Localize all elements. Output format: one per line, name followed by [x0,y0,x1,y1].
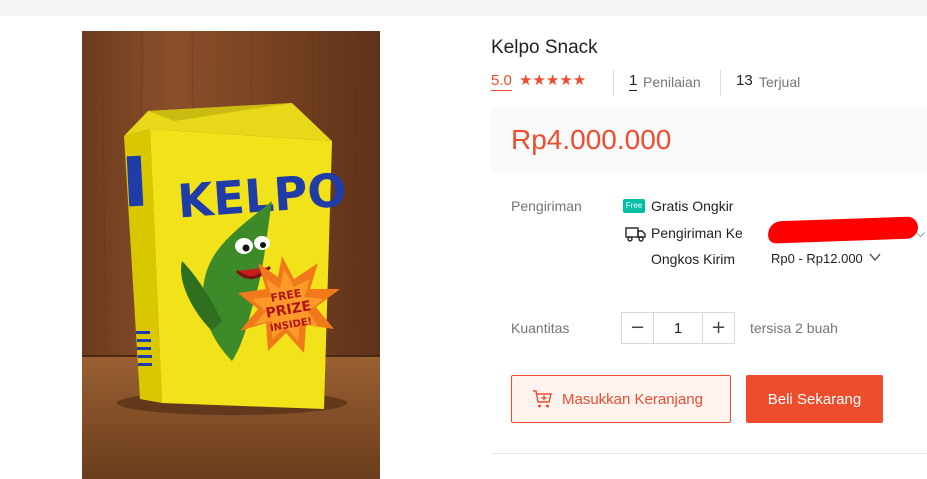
stock-remaining: tersisa 2 buah [750,320,838,336]
rating-row: 5.0 ★★★★★ 1 Penilaian 13 Terjual [491,70,911,96]
increase-quantity-button[interactable]: + [702,313,734,343]
divider [491,453,927,454]
product-image[interactable]: KELPO FREE PRIZE INSIDE! [82,31,380,479]
chevron-down-icon[interactable]: ⌵ [916,226,925,241]
star-rating-icon: ★★★★★ [519,72,587,89]
shipping-to-label: Pengiriman Ke [651,225,743,241]
reviews-count-value: 1 [629,72,638,91]
divider [613,70,614,96]
buy-now-button[interactable]: Beli Sekarang [746,375,883,423]
quantity-label: Kuantitas [511,320,570,336]
product-photo: KELPO FREE PRIZE INSIDE! [82,31,380,479]
divider [720,70,721,96]
reviews-count[interactable]: 1 [629,72,638,91]
shipping-cost-value[interactable]: Rp0 - Rp12.000 [771,251,863,267]
product-title: Kelpo Snack [491,37,598,58]
sold-count: 13 [736,72,753,89]
reviews-label: Penilaian [643,74,701,90]
rating-score[interactable]: 5.0 [491,73,512,91]
quantity-stepper: − + [621,312,735,344]
add-to-cart-label: Masukkan Keranjang [562,391,703,408]
redacted-location[interactable] [767,216,919,244]
price-section: Rp4.000.000 [491,108,927,172]
truck-icon [625,227,646,242]
free-shipping-label: Gratis Ongkir [651,198,734,214]
shipping-cost-label: Ongkos Kirim [651,251,736,267]
shipping-label: Pengiriman [511,198,582,214]
sold-label: Terjual [759,74,801,90]
free-shipping-icon: Free [623,199,645,213]
decrease-quantity-button[interactable]: − [622,313,654,343]
product-price: Rp4.000.000 [511,124,672,155]
top-bar [0,0,927,16]
quantity-input[interactable] [654,313,702,343]
add-to-cart-button[interactable]: Masukkan Keranjang [511,375,731,423]
add-to-cart-icon [533,390,552,408]
chevron-down-icon[interactable] [868,251,882,263]
